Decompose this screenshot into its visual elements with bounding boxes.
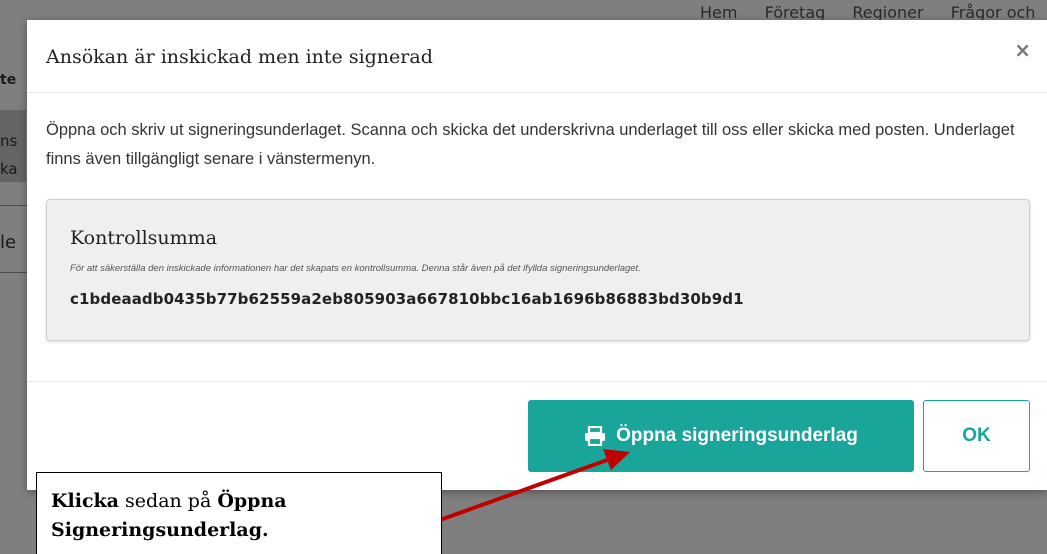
ok-button-label: OK	[962, 425, 991, 446]
ok-button[interactable]: OK	[923, 400, 1030, 472]
instruction-bold-1: Klicka	[51, 490, 119, 512]
instruction-text: Klicka sedan på Öppna Signeringsunderlag…	[51, 487, 431, 545]
modal-dialog: Ansökan är inskickad men inte signerad ×…	[27, 20, 1047, 490]
checksum-title: Kontrollsumma	[70, 227, 218, 249]
modal-body-text: Öppna och skriv ut signeringsunderlaget.…	[46, 121, 1015, 168]
instruction-plain: sedan på	[119, 490, 218, 512]
open-signing-document-button[interactable]: Öppna signeringsunderlag	[528, 400, 914, 472]
checksum-description: För att säkerställa den inskickade infor…	[70, 263, 641, 274]
checksum-value: c1bdeaadb0435b77b62559a2eb805903a667810b…	[70, 290, 744, 308]
printer-icon	[585, 426, 606, 446]
instruction-callout: Klicka sedan på Öppna Signeringsunderlag…	[36, 472, 442, 554]
modal-header: Ansökan är inskickad men inte signerad ×	[27, 20, 1047, 93]
checksum-panel: Kontrollsumma För att säkerställa den in…	[46, 199, 1030, 341]
close-icon[interactable]: ×	[1014, 38, 1031, 62]
open-signing-document-label: Öppna signeringsunderlag	[616, 425, 858, 446]
modal-title: Ansökan är inskickad men inte signerad	[46, 46, 433, 68]
